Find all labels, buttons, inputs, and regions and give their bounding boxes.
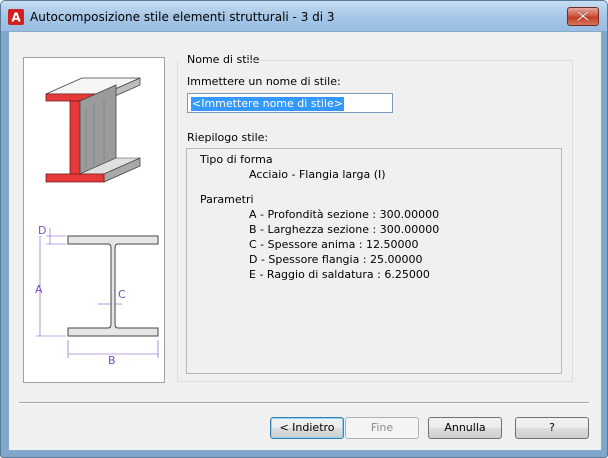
help-button[interactable]: ? bbox=[515, 417, 589, 439]
parameter-e: E - Raggio di saldatura : 6.25000 bbox=[249, 268, 430, 281]
dim-label-a: A bbox=[35, 283, 43, 296]
close-icon bbox=[577, 11, 589, 21]
cancel-button[interactable]: Annulla bbox=[428, 417, 502, 439]
app-icon-letter: A bbox=[11, 11, 21, 25]
parameter-a: A - Profondità sezione : 300.00000 bbox=[249, 208, 440, 221]
dim-label-d: D bbox=[38, 224, 46, 237]
back-button[interactable]: < Indietro bbox=[270, 417, 344, 439]
style-name-input[interactable]: <Immettere nome di stile> bbox=[187, 93, 393, 113]
parameters-heading: Parametri bbox=[200, 193, 254, 206]
section-preview-panel: D A C B bbox=[23, 57, 165, 383]
parameter-d: D - Spessore flangia : 25.00000 bbox=[249, 253, 423, 266]
autocad-app-icon: A bbox=[8, 9, 24, 25]
shape-type-heading: Tipo di forma bbox=[200, 153, 273, 166]
summary-label: Riepilogo stile: bbox=[187, 131, 269, 144]
button-separator bbox=[19, 402, 589, 404]
title-bar[interactable]: A Autocomposizione stile elementi strutt… bbox=[1, 1, 607, 31]
summary-box: Tipo di forma Acciaio - Flangia larga (I… bbox=[186, 148, 562, 374]
i-beam-3d-render bbox=[45, 77, 141, 183]
close-button[interactable] bbox=[567, 7, 599, 26]
parameter-b: B - Larghezza sezione : 300.00000 bbox=[249, 223, 440, 236]
dim-label-c: C bbox=[118, 288, 126, 301]
style-name-input-value: <Immettere nome di stile> bbox=[191, 97, 344, 111]
finish-button[interactable]: Fine bbox=[345, 417, 419, 439]
i-beam-section-drawing: D A C B bbox=[35, 224, 159, 367]
parameter-c: C - Spessore anima : 12.50000 bbox=[249, 238, 419, 251]
dim-label-b: B bbox=[108, 354, 116, 367]
shape-type-value: Acciaio - Flangia larga (I) bbox=[249, 168, 386, 181]
dialog-body: D A C B Nome di stile Immettere un nome … bbox=[8, 31, 602, 451]
style-name-prompt: Immettere un nome di stile: bbox=[187, 75, 341, 88]
i-beam-illustration: D A C B bbox=[35, 77, 159, 367]
window-title: Autocomposizione stile elementi struttur… bbox=[30, 10, 335, 24]
dialog-window: A Autocomposizione stile elementi strutt… bbox=[0, 0, 608, 458]
